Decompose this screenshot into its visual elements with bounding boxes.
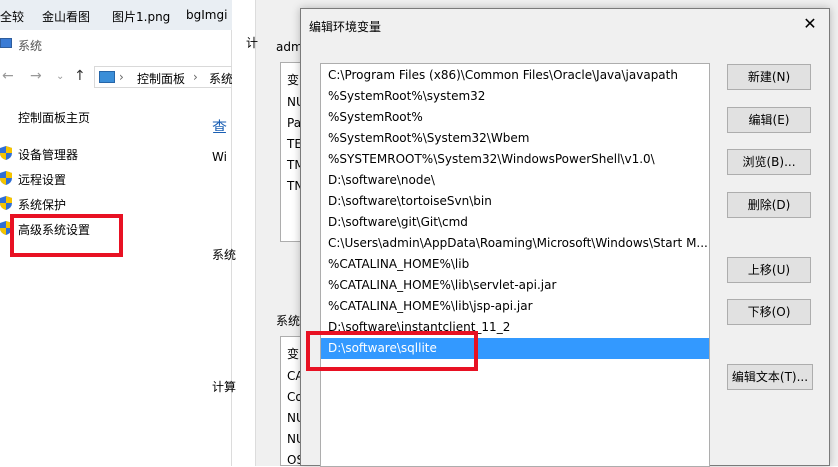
system-window-title: 系统 <box>18 39 43 53</box>
highlight-box <box>306 331 478 371</box>
control-panel-home-link[interactable]: 控制面板主页 <box>18 109 90 126</box>
desktop-item[interactable]: 全较 <box>0 8 24 25</box>
path-entry-row[interactable]: C:\Program Files (x86)\Common Files\Orac… <box>321 65 709 86</box>
address-bar[interactable]: › 控制面板 › 系统 <box>94 66 234 88</box>
breadcrumb-control-panel[interactable]: 控制面板 <box>137 70 185 87</box>
sidebar-item-device-manager[interactable]: 设备管理器 <box>0 145 200 163</box>
edit-text-button[interactable]: 编辑文本(T)... <box>727 364 813 390</box>
path-entry-row[interactable]: D:\software\node\ <box>321 170 709 191</box>
path-entry-row[interactable]: %SystemRoot%\System32\Wbem <box>321 128 709 149</box>
move-down-button[interactable]: 下移(O) <box>727 299 811 325</box>
path-entry-row[interactable]: %SystemRoot% <box>321 107 709 128</box>
chevron-down-icon[interactable]: ⌄ <box>56 71 64 82</box>
edit-button[interactable]: 编辑(E) <box>727 107 811 133</box>
desktop-item[interactable]: 图片1.png <box>112 8 170 25</box>
move-up-button[interactable]: 上移(U) <box>727 257 811 283</box>
close-icon[interactable]: ✕ <box>799 13 821 35</box>
sidebar-item-remote-settings[interactable]: 远程设置 <box>0 170 200 188</box>
highlight-box <box>10 214 123 257</box>
delete-button[interactable]: 删除(D) <box>727 192 811 218</box>
path-entry-row[interactable]: %CATALINA_HOME%\lib\servlet-api.jar <box>321 275 709 296</box>
chevron-right-icon[interactable]: › <box>119 70 124 84</box>
edit-env-dialog: 编辑环境变量 ✕ C:\Program Files (x86)\Common F… <box>300 8 830 467</box>
path-entry-row[interactable]: D:\software\tortoiseSvn\bin <box>321 191 709 212</box>
table-row[interactable]: Pa <box>287 116 301 130</box>
up-arrow-icon[interactable]: ↑ <box>74 68 86 84</box>
path-entry-row[interactable]: C:\Users\admin\AppData\Roaming\Microsoft… <box>321 233 709 254</box>
breadcrumb-system[interactable]: 系统 <box>209 70 233 87</box>
user-vars-label: adm <box>276 40 303 54</box>
tab-fragment[interactable]: 计 <box>246 34 258 51</box>
back-arrow-icon[interactable]: ← <box>2 68 14 84</box>
computer-label: 计算 <box>212 380 237 394</box>
path-entries-list[interactable]: C:\Program Files (x86)\Common Files\Orac… <box>320 63 710 467</box>
system-vars-label: 系统 <box>276 314 301 328</box>
path-entry-row[interactable]: %SYSTEMROOT%\System32\WindowsPowerShell\… <box>321 149 709 170</box>
path-entry-row[interactable]: D:\software\git\Git\cmd <box>321 212 709 233</box>
system-label: 系统 <box>212 248 237 262</box>
sidebar-item-label: 设备管理器 <box>18 148 79 162</box>
view-link[interactable]: 查 <box>212 116 227 137</box>
sidebar-item-label: 远程设置 <box>18 173 67 187</box>
system-icon <box>0 38 12 48</box>
computer-icon <box>99 71 115 83</box>
forward-arrow-icon[interactable]: → <box>30 68 42 84</box>
dialog-title: 编辑环境变量 <box>309 20 382 34</box>
shield-icon <box>0 171 12 185</box>
desktop-item[interactable]: 金山看图 <box>42 8 90 25</box>
desktop-item[interactable]: bgImgi <box>186 8 227 22</box>
column-header: 变 <box>287 347 300 361</box>
sidebar-item-system-protection[interactable]: 系统保护 <box>0 195 200 213</box>
shield-icon <box>0 196 12 210</box>
browse-button[interactable]: 浏览(B)... <box>727 149 811 175</box>
path-entry-row[interactable]: %SystemRoot%\system32 <box>321 86 709 107</box>
column-header: 变 <box>287 73 300 87</box>
shield-icon <box>0 146 12 160</box>
path-entry-row[interactable]: %CATALINA_HOME%\lib\jsp-api.jar <box>321 296 709 317</box>
new-button[interactable]: 新建(N) <box>727 64 811 90</box>
path-entry-row[interactable]: %CATALINA_HOME%\lib <box>321 254 709 275</box>
chevron-right-icon[interactable]: › <box>193 70 198 84</box>
windows-label: Wi <box>212 150 227 164</box>
navigation-bar: ← → ⌄ ↑ › 控制面板 › 系统 <box>0 66 234 88</box>
sidebar-item-label: 系统保护 <box>18 198 67 212</box>
